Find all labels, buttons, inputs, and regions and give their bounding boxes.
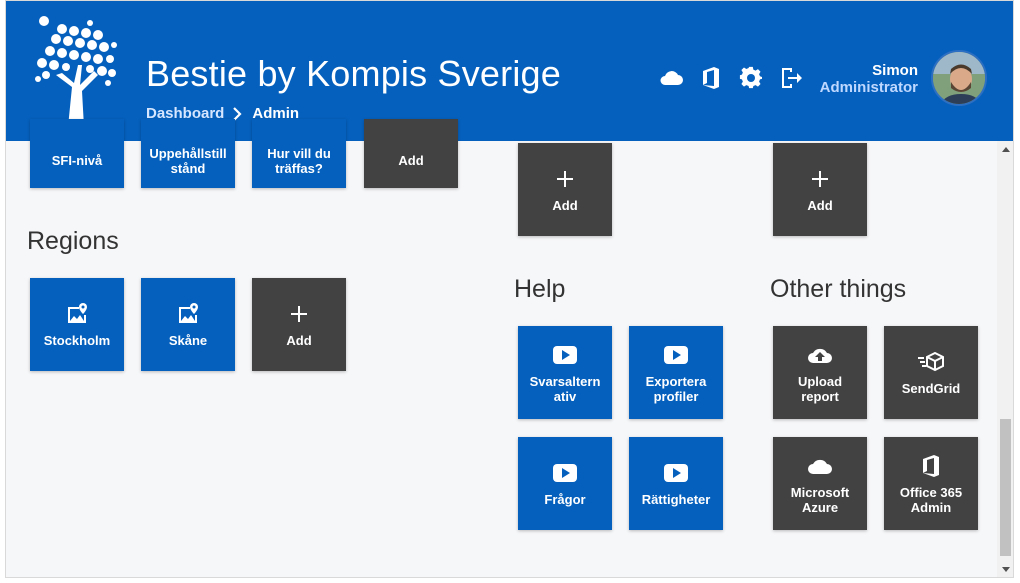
avatar[interactable] — [931, 50, 987, 106]
tile-add-right-2[interactable]: Add — [773, 143, 867, 236]
tile-exportera-profiler[interactable]: Exportera profiler — [629, 326, 723, 419]
vertical-scrollbar[interactable] — [997, 141, 1013, 577]
header-actions — [658, 65, 804, 91]
sendgrid-cube-icon — [918, 349, 944, 375]
video-play-icon — [663, 342, 689, 368]
tile-office-365-admin[interactable]: Office 365 Admin — [884, 437, 978, 530]
plus-icon — [286, 301, 312, 327]
scroll-down-arrow-icon[interactable] — [997, 561, 1013, 577]
regions-title: Regions — [27, 227, 119, 255]
cloud-icon — [807, 453, 833, 479]
tile-upload-report[interactable]: Upload report — [773, 326, 867, 419]
user-info[interactable]: Simon Administrator — [796, 62, 918, 96]
tile-skane[interactable]: Skåne — [141, 278, 235, 371]
plus-icon — [552, 166, 578, 192]
office-icon[interactable] — [698, 65, 724, 91]
video-play-icon — [663, 460, 689, 486]
app-window: Bestie by Kompis Sverige Dashboard Admin — [5, 0, 1014, 578]
tile-sendgrid[interactable]: SendGrid — [884, 326, 978, 419]
tile-uppehallstillstand[interactable]: Uppehållstill stånd — [141, 119, 235, 188]
gear-icon[interactable] — [738, 65, 764, 91]
tile-add-region[interactable]: Add — [252, 278, 346, 371]
tile-microsoft-azure[interactable]: Microsoft Azure — [773, 437, 867, 530]
scroll-up-arrow-icon[interactable] — [997, 141, 1013, 158]
tile-rattigheter[interactable]: Rättigheter — [629, 437, 723, 530]
tile-add-top[interactable]: Add — [364, 119, 458, 188]
tile-hur-vill-du-traffas[interactable]: Hur vill du träffas? — [252, 119, 346, 188]
tile-add-right-1[interactable]: Add — [518, 143, 612, 236]
tree-logo-icon — [28, 9, 120, 127]
user-name: Simon — [872, 62, 918, 79]
other-things-title: Other things — [770, 275, 907, 303]
scrollbar-thumb[interactable] — [1000, 419, 1011, 556]
tile-stockholm[interactable]: Stockholm — [30, 278, 124, 371]
tile-sfi-niva[interactable]: SFI-nivå — [30, 119, 124, 188]
map-icon — [175, 301, 201, 327]
tile-fragor[interactable]: Frågor — [518, 437, 612, 530]
cloud-icon[interactable] — [658, 65, 684, 91]
user-role: Administrator — [819, 79, 918, 96]
plus-icon — [807, 166, 833, 192]
video-play-icon — [552, 342, 578, 368]
app-title: Bestie by Kompis Sverige — [146, 53, 561, 94]
video-play-icon — [552, 460, 578, 486]
cloud-upload-icon — [807, 342, 833, 368]
tile-svarsalternativ[interactable]: Svarsaltern ativ — [518, 326, 612, 419]
help-title: Help — [514, 275, 566, 303]
office-icon — [918, 453, 944, 479]
map-icon — [64, 301, 90, 327]
